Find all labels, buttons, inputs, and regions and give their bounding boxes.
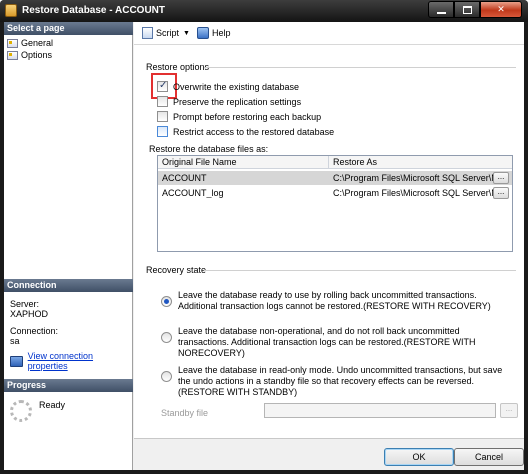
table-row[interactable]: ACCOUNT_log C:\Program Files\Microsoft S… <box>158 186 512 200</box>
checkbox-label: Prompt before restoring each backup <box>173 111 322 122</box>
standby-file-input[interactable] <box>264 403 496 418</box>
script-label: Script <box>156 28 180 38</box>
connection-header: Connection <box>4 279 133 292</box>
checkbox-label: Restrict access to the restored database <box>173 126 335 137</box>
close-icon: ✕ <box>497 4 505 14</box>
page-item-label: General <box>21 38 54 48</box>
title-bar[interactable]: Restore Database - ACCOUNT ✕ <box>0 0 528 22</box>
standby-file-label: Standby file <box>161 408 209 418</box>
help-button[interactable]: Help <box>197 27 231 39</box>
page-icon <box>7 38 18 48</box>
browse-button[interactable]: ... <box>493 187 509 199</box>
checkbox-label: Preserve the replication settings <box>173 96 302 107</box>
page-item-options[interactable]: Options <box>7 50 52 60</box>
checkbox[interactable] <box>157 96 168 107</box>
window-controls: ✕ <box>428 1 522 18</box>
checkbox-checked[interactable] <box>157 80 168 92</box>
server-label: Server: <box>10 299 40 309</box>
progress-spinner-icon <box>10 400 32 422</box>
restrict-access-checkbox[interactable]: Restrict access to the restored database <box>157 126 334 137</box>
chevron-down-icon[interactable]: ▼ <box>183 30 190 37</box>
radio[interactable] <box>161 371 172 382</box>
grid-header: Original File Name Restore As <box>158 156 512 169</box>
radio-label: Leave the database ready to use by rolli… <box>178 290 491 311</box>
connection-properties-icon <box>10 355 23 367</box>
original-file-cell: ACCOUNT <box>162 173 207 183</box>
minimize-icon <box>436 11 446 14</box>
progress-header: Progress <box>4 379 133 392</box>
restore-as-cell[interactable]: C:\Program Files\Microsoft SQL Server\MS… <box>333 173 493 183</box>
dialog-client-area: Select a page General Options Connection… <box>4 22 524 470</box>
script-button[interactable]: Script ▼ <box>142 27 190 39</box>
table-row[interactable]: ACCOUNT C:\Program Files\Microsoft SQL S… <box>158 171 512 185</box>
restore-files-grid[interactable]: Original File Name Restore As ACCOUNT C:… <box>157 155 513 252</box>
restore-as-cell[interactable]: C:\Program Files\Microsoft SQL Server\MS… <box>333 188 493 198</box>
maximize-icon <box>462 5 472 14</box>
restore-with-recovery-radio[interactable]: Leave the database ready to use by rolli… <box>161 290 508 312</box>
column-original-file-name[interactable]: Original File Name <box>162 157 237 167</box>
view-connection-properties[interactable]: View connection properties <box>10 351 132 371</box>
section-divider <box>204 270 516 271</box>
radio-selected[interactable] <box>161 296 172 307</box>
checkbox[interactable] <box>157 111 168 122</box>
column-separator[interactable] <box>328 156 329 169</box>
radio-label: Leave the database in read-only mode. Un… <box>178 365 503 397</box>
help-label: Help <box>212 28 231 38</box>
restore-database-window: Restore Database - ACCOUNT ✕ Select a pa… <box>0 0 528 474</box>
ok-button[interactable]: OK <box>384 448 454 466</box>
browse-button[interactable]: ... <box>493 172 509 184</box>
restore-options-title: Restore options <box>146 62 210 72</box>
restore-files-label: Restore the database files as: <box>149 144 269 154</box>
radio[interactable] <box>161 332 172 343</box>
column-restore-as[interactable]: Restore As <box>333 157 377 167</box>
checkbox-label: Overwrite the existing database <box>173 81 300 92</box>
original-file-cell: ACCOUNT_log <box>162 188 224 198</box>
progress-status: Ready <box>39 400 66 410</box>
window-title: Restore Database - ACCOUNT <box>22 5 165 16</box>
select-page-header: Select a page <box>4 22 133 35</box>
recovery-state-title: Recovery state <box>146 265 207 275</box>
dialog-footer: OK Cancel <box>134 438 524 470</box>
toolbar: Script ▼ Help <box>134 22 524 45</box>
standby-browse-button[interactable]: ... <box>500 403 518 418</box>
prompt-before-restore-checkbox[interactable]: Prompt before restoring each backup <box>157 111 321 122</box>
page-item-label: Options <box>21 50 53 60</box>
radio-label: Leave the database non-operational, and … <box>178 326 476 358</box>
cancel-button[interactable]: Cancel <box>454 448 524 466</box>
view-connection-link[interactable]: View connection properties <box>28 351 132 371</box>
maximize-button[interactable] <box>454 1 480 18</box>
close-button[interactable]: ✕ <box>480 1 522 18</box>
page-icon <box>7 50 18 60</box>
section-divider <box>204 67 516 68</box>
overwrite-database-checkbox[interactable]: Overwrite the existing database <box>157 80 300 92</box>
checkbox[interactable] <box>157 126 168 137</box>
connection-value: sa <box>10 336 20 346</box>
page-item-general[interactable]: General <box>7 38 53 48</box>
preserve-replication-checkbox[interactable]: Preserve the replication settings <box>157 96 301 107</box>
options-pane: Script ▼ Help Restore options Overwrite … <box>134 22 524 438</box>
connection-label: Connection: <box>10 326 59 336</box>
database-app-icon <box>5 4 17 17</box>
help-icon <box>197 27 209 39</box>
restore-with-norecovery-radio[interactable]: Leave the database non-operational, and … <box>161 326 508 359</box>
script-icon <box>142 27 153 39</box>
left-pane: Select a page General Options Connection… <box>4 22 133 470</box>
minimize-button[interactable] <box>428 1 454 18</box>
server-value: XAPHOD <box>10 309 49 319</box>
restore-with-standby-radio[interactable]: Leave the database in read-only mode. Un… <box>161 365 508 398</box>
